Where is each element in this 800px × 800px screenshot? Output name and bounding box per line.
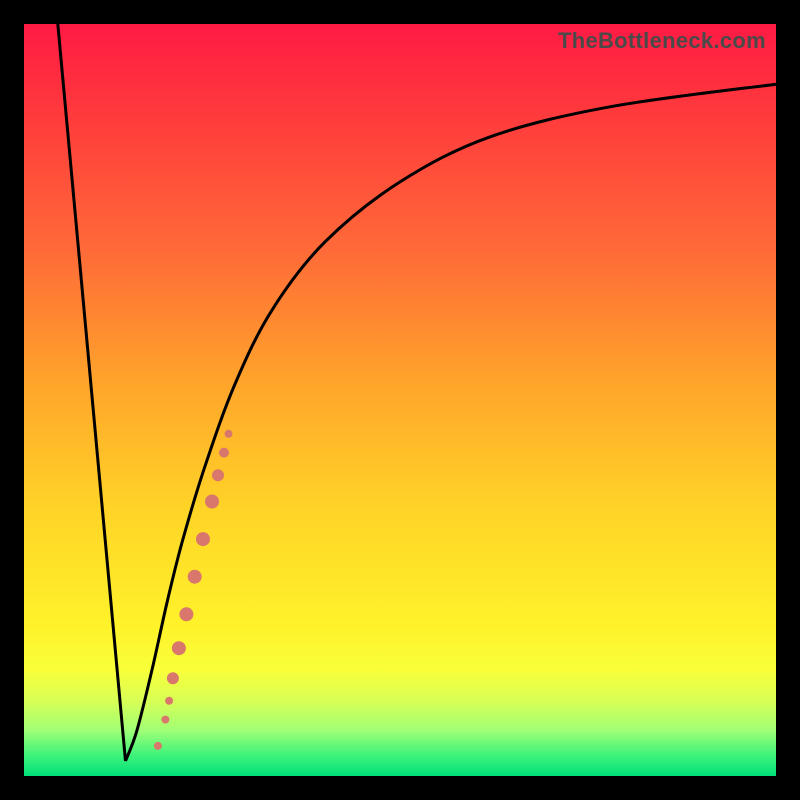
left-line: [58, 24, 126, 761]
chart-frame: TheBottleneck.com: [0, 0, 800, 800]
marker-dot: [167, 672, 179, 684]
marker-dot: [212, 469, 224, 481]
marker-dot: [161, 716, 169, 724]
plot-area: TheBottleneck.com: [24, 24, 776, 776]
markers-group: [154, 430, 233, 750]
marker-dot: [196, 532, 210, 546]
marker-dot: [179, 607, 193, 621]
chart-svg: [24, 24, 776, 776]
marker-dot: [165, 697, 173, 705]
marker-dot: [154, 742, 162, 750]
marker-dot: [172, 641, 186, 655]
marker-dot: [225, 430, 233, 438]
right-curve: [126, 84, 777, 761]
marker-dot: [188, 570, 202, 584]
marker-dot: [205, 495, 219, 509]
marker-dot: [219, 448, 229, 458]
